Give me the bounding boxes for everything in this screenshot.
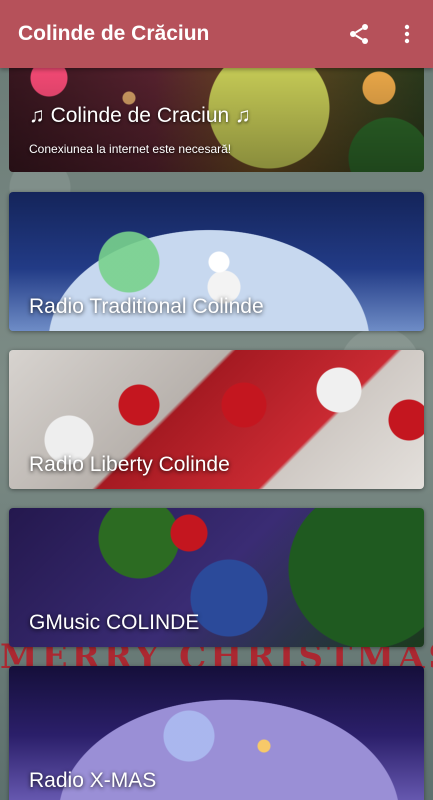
header-banner: ♫ Colinde de Craciun ♫ Conexiunea la int… <box>9 68 424 172</box>
internet-notice: Conexiunea la internet este necesară! <box>29 142 232 156</box>
station-label: GMusic COLINDE <box>29 611 200 634</box>
app-title: Colinde de Crăciun <box>18 22 210 45</box>
banner-title: ♫ Colinde de Craciun ♫ <box>29 104 251 127</box>
station-label: Radio Traditional Colinde <box>29 295 264 318</box>
share-button[interactable] <box>339 14 379 54</box>
more-vertical-icon <box>404 24 410 44</box>
station-card-gmusic-colinde[interactable]: GMusic COLINDE <box>9 508 424 647</box>
overflow-menu-button[interactable] <box>387 14 427 54</box>
station-label: Radio Liberty Colinde <box>29 453 230 476</box>
app-bar: Colinde de Crăciun <box>0 0 433 68</box>
share-icon <box>350 24 368 44</box>
station-card-x-mas[interactable]: Radio X-MAS <box>9 666 424 800</box>
station-label: Radio X-MAS <box>29 769 157 792</box>
station-card-traditional-colinde[interactable]: Radio Traditional Colinde <box>9 192 424 331</box>
station-card-liberty-colinde[interactable]: Radio Liberty Colinde <box>9 350 424 489</box>
